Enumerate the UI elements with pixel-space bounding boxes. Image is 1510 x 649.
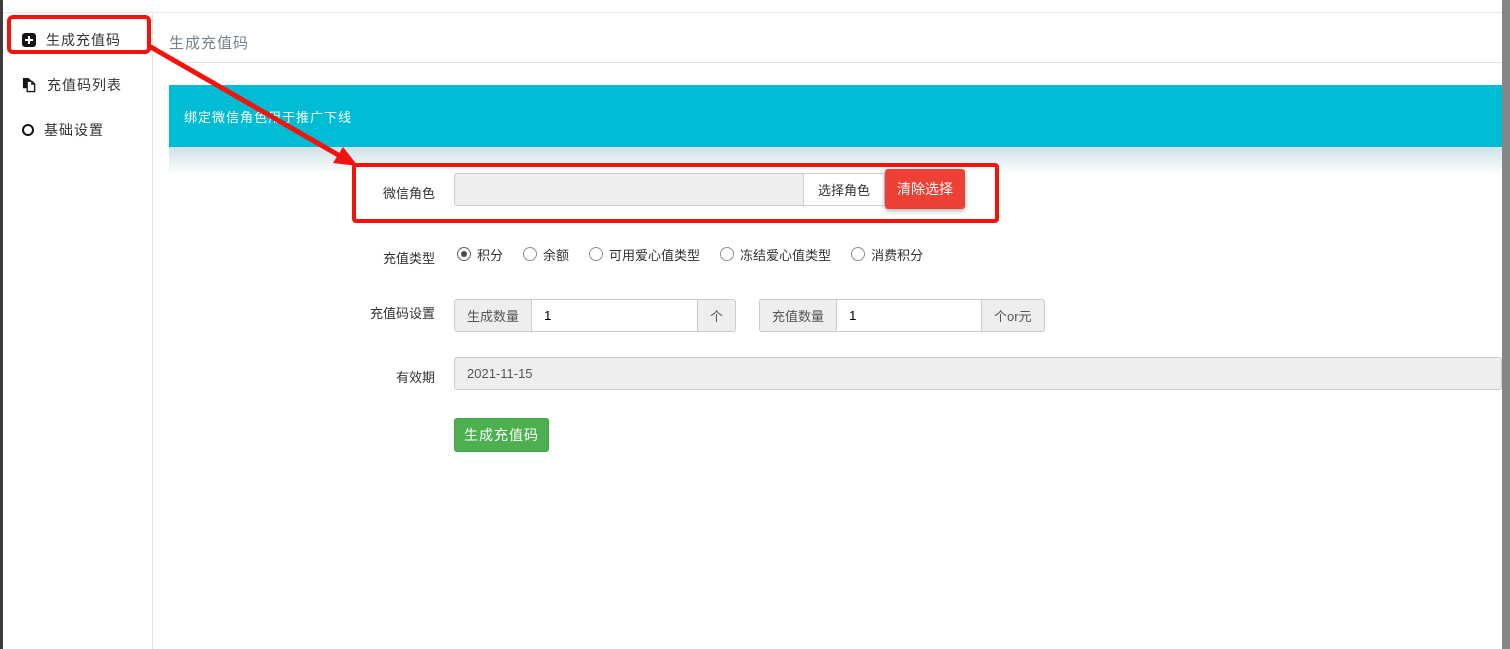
sidebar-item-code-list[interactable]: 充值码列表 <box>3 62 152 107</box>
scrollbar[interactable] <box>1502 0 1510 649</box>
window-left-edge <box>0 0 3 649</box>
radio-icon <box>851 247 865 261</box>
radio-option-balance[interactable]: 余额 <box>523 245 569 264</box>
copy-icon <box>22 77 37 93</box>
recharge-qty-unit: 个or元 <box>981 299 1045 332</box>
title-divider <box>169 62 1502 63</box>
recharge-type-radio-group: 积分 余额 可用爱心值类型 冻结爱心值类型 消费积分 <box>457 240 923 268</box>
select-role-button[interactable]: 选择角色 <box>803 173 885 206</box>
radio-icon <box>589 247 603 261</box>
code-settings-label: 充值码设置 <box>169 303 435 322</box>
sidebar: 生成充值码 充值码列表 基础设置 <box>3 14 153 649</box>
radio-icon <box>457 247 471 261</box>
generate-qty-group: 生成数量 个 <box>454 299 736 332</box>
sidebar-item-basic-settings[interactable]: 基础设置 <box>3 107 152 152</box>
validity-date-input[interactable] <box>454 357 1502 390</box>
generate-qty-input[interactable] <box>531 299 698 332</box>
recharge-qty-input[interactable] <box>836 299 982 332</box>
radio-label: 积分 <box>477 245 503 264</box>
page-title: 生成充值码 <box>169 32 249 53</box>
main-content: 生成充值码 绑定微信角色用于推广下线 微信角色 选择角色 清除选择 充值类型 积… <box>154 14 1502 649</box>
plus-square-icon <box>22 33 36 47</box>
sidebar-item-generate-code[interactable]: 生成充值码 <box>3 17 152 62</box>
recharge-qty-group: 充值数量 个or元 <box>759 299 1045 332</box>
top-strip <box>0 0 1510 13</box>
circle-icon <box>22 124 34 136</box>
sidebar-item-label: 生成充值码 <box>46 30 121 50</box>
info-banner: 绑定微信角色用于推广下线 <box>169 85 1502 147</box>
radio-label: 可用爱心值类型 <box>609 245 700 264</box>
generate-qty-addon-label: 生成数量 <box>454 299 532 332</box>
sidebar-item-label: 基础设置 <box>44 120 104 140</box>
radio-option-frozen-love-value[interactable]: 冻结爱心值类型 <box>720 245 831 264</box>
radio-option-points[interactable]: 积分 <box>457 245 503 264</box>
wechat-role-input[interactable] <box>454 173 804 206</box>
radio-label: 冻结爱心值类型 <box>740 245 831 264</box>
generate-qty-unit: 个 <box>697 299 736 332</box>
radio-option-consume-points[interactable]: 消费积分 <box>851 245 923 264</box>
sidebar-item-label: 充值码列表 <box>47 75 122 95</box>
wechat-role-label: 微信角色 <box>169 183 435 202</box>
recharge-type-label: 充值类型 <box>169 248 435 267</box>
recharge-qty-addon-label: 充值数量 <box>759 299 837 332</box>
generate-code-button[interactable]: 生成充值码 <box>454 418 549 452</box>
radio-icon <box>523 247 537 261</box>
clear-selection-button[interactable]: 清除选择 <box>885 169 965 209</box>
radio-label: 消费积分 <box>871 245 923 264</box>
radio-icon <box>720 247 734 261</box>
validity-label: 有效期 <box>169 367 435 386</box>
scrollbar-thumb[interactable] <box>1502 0 1510 649</box>
banner-shadow <box>169 147 1502 175</box>
radio-option-usable-love-value[interactable]: 可用爱心值类型 <box>589 245 700 264</box>
radio-label: 余额 <box>543 245 569 264</box>
